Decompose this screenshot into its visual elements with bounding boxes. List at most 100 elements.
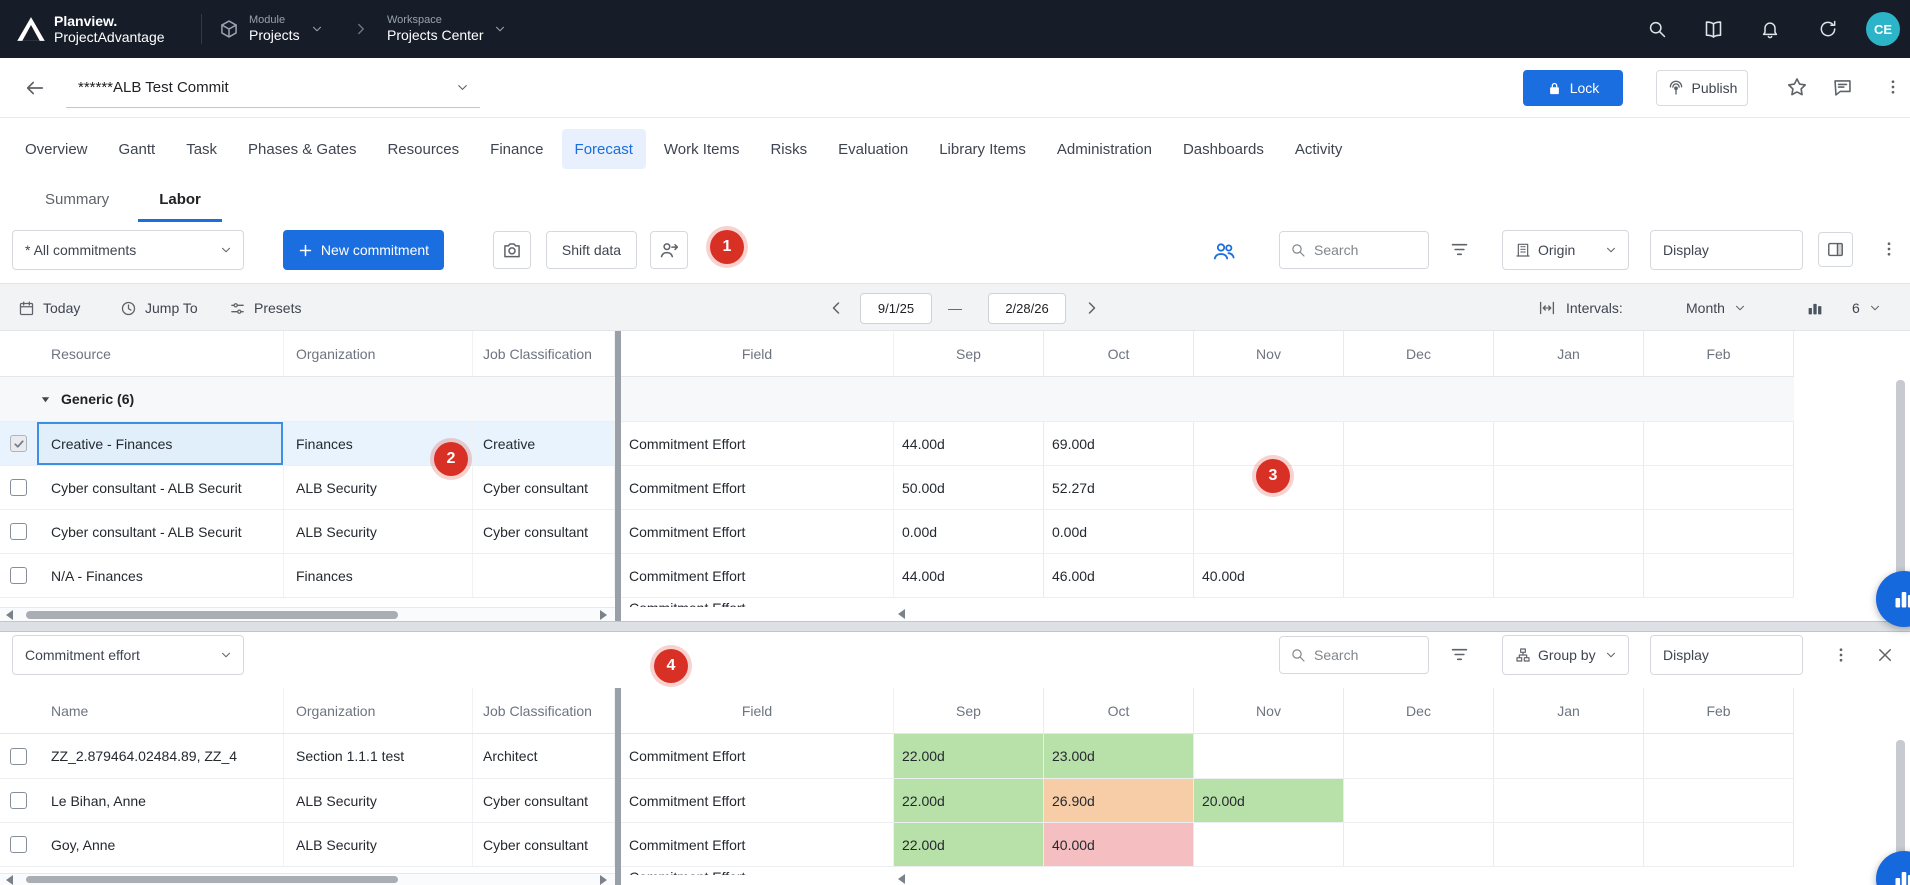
hscroll-left-arrow-right-pane[interactable] [898,874,905,884]
tab-activity[interactable]: Activity [1282,129,1356,169]
tab-administration[interactable]: Administration [1044,129,1165,169]
range-prev-icon[interactable] [826,298,846,318]
assign-resource-button[interactable] [650,231,688,269]
interval-unit-select[interactable]: Month [1686,284,1747,332]
col-field[interactable]: Field [621,688,894,733]
hscroll-thumb[interactable] [26,611,398,619]
cell-dec[interactable] [1344,510,1494,553]
publish-button[interactable]: Publish [1656,70,1748,106]
cell-nov[interactable]: 40.00d [1194,554,1344,597]
col-name[interactable]: Name [37,688,284,733]
checkbox-unchecked[interactable] [10,567,27,584]
cell-name[interactable]: ZZ_2.879464.02484.89, ZZ_4 [37,734,284,778]
cell-oct[interactable]: 0.00d [1044,510,1194,553]
table-row[interactable]: Cyber consultant - ALB Securit ALB Secur… [0,510,1794,554]
tab-task[interactable]: Task [173,129,230,169]
cell-nov[interactable] [1194,510,1344,553]
cell-feb[interactable] [1644,779,1794,822]
cell-resource[interactable]: Cyber consultant - ALB Securit [37,510,284,553]
cell-oct[interactable]: 52.27d [1044,466,1194,509]
hscrollbar-left-pane[interactable] [0,873,615,885]
cell-feb[interactable] [1644,422,1794,465]
interval-chart-icon[interactable] [1806,299,1824,317]
collapse-caret-icon[interactable] [40,394,51,405]
tab-risks[interactable]: Risks [757,129,820,169]
chart-fab-upper[interactable] [1876,571,1910,627]
cell-nov[interactable] [1194,823,1344,866]
today-button[interactable]: Today [18,284,80,332]
group-row-generic[interactable]: Generic (6) [0,377,1794,422]
cell-dec[interactable] [1344,734,1494,778]
col-nov[interactable]: Nov [1194,688,1344,733]
hscroll-thumb[interactable] [26,876,398,883]
cell-organization[interactable]: ALB Security [284,779,473,822]
scroll-right-arrow-icon[interactable] [600,875,607,885]
star-icon[interactable] [1786,76,1808,98]
cell-name[interactable]: Goy, Anne [37,823,284,866]
horizontal-splitter[interactable] [0,621,1910,632]
cell-job-classification[interactable]: Cyber consultant [473,779,615,822]
cell-feb[interactable] [1644,510,1794,553]
checkbox-unchecked[interactable] [10,748,27,765]
table-row[interactable]: Goy, Anne ALB Security Cyber consultant … [0,823,1794,867]
cell-sep[interactable]: 22.00d [894,823,1044,866]
lower-display-select[interactable]: Display [1650,635,1803,675]
cell-resource[interactable]: Cyber consultant - ALB Securit [37,466,284,509]
snapshot-button[interactable] [493,231,531,269]
cell-sep[interactable]: 0.00d [894,510,1044,553]
cell-job-classification[interactable] [473,554,615,597]
cell-organization[interactable]: ALB Security [284,823,473,866]
tab-library-items[interactable]: Library Items [926,129,1039,169]
refresh-icon[interactable] [1818,19,1838,39]
cell-dec[interactable] [1344,466,1494,509]
feedback-icon[interactable] [1832,77,1853,98]
scroll-right-arrow-icon[interactable] [600,610,607,620]
col-sep[interactable]: Sep [894,688,1044,733]
cell-nov[interactable] [1194,734,1344,778]
lower-search-box[interactable] [1279,636,1429,674]
tab-evaluation[interactable]: Evaluation [825,129,921,169]
cell-sep[interactable]: 22.00d [894,779,1044,822]
commitments-filter-select[interactable]: * All commitments [12,230,244,270]
project-title-dropdown[interactable]: ******ALB Test Commit [66,68,480,108]
column-pane-splitter[interactable] [615,688,621,885]
tab-gantt[interactable]: Gantt [106,129,169,169]
cell-organization[interactable]: Finances [284,554,473,597]
checkbox-checked[interactable] [10,435,27,452]
presets-button[interactable]: Presets [229,284,301,332]
cell-feb[interactable] [1644,734,1794,778]
range-end-input[interactable] [988,293,1066,324]
module-switcher[interactable]: Module Projects [219,10,324,48]
scroll-left-arrow-icon[interactable] [6,610,13,620]
cell-oct[interactable]: 69.00d [1044,422,1194,465]
toolbar-more-icon[interactable] [1880,240,1898,258]
col-organization[interactable]: Organization [284,331,473,376]
col-jan[interactable]: Jan [1494,331,1644,376]
workspace-switcher[interactable]: Workspace Projects Center [387,10,507,48]
cell-jan[interactable] [1494,734,1644,778]
cell-job-classification[interactable]: Cyber consultant [473,823,615,866]
checkbox-unchecked[interactable] [10,836,27,853]
col-feb[interactable]: Feb [1644,331,1794,376]
close-icon[interactable] [1876,646,1894,664]
cell-oct[interactable]: 23.00d [1044,734,1194,778]
cell-dec[interactable] [1344,779,1494,822]
cell-dec[interactable] [1344,422,1494,465]
subtab-labor[interactable]: Labor [138,180,222,222]
tab-forecast[interactable]: Forecast [562,129,646,169]
cell-nov[interactable]: 20.00d [1194,779,1344,822]
cell-jan[interactable] [1494,510,1644,553]
cell-dec[interactable] [1344,823,1494,866]
table-row[interactable]: N/A - Finances Finances Commitment Effor… [0,554,1794,598]
back-arrow-icon[interactable] [24,77,46,99]
scroll-left-arrow-icon[interactable] [6,875,13,885]
shift-data-button[interactable]: Shift data [546,231,637,269]
cell-sep[interactable]: 44.00d [894,554,1044,597]
jump-to-button[interactable]: Jump To [120,284,198,332]
origin-select[interactable]: Origin [1502,230,1629,270]
col-organization[interactable]: Organization [284,688,473,733]
cell-job-classification[interactable]: Creative [473,422,615,465]
search-icon[interactable] [1647,19,1667,39]
cell-feb[interactable] [1644,554,1794,597]
filter-icon[interactable] [1449,239,1470,260]
